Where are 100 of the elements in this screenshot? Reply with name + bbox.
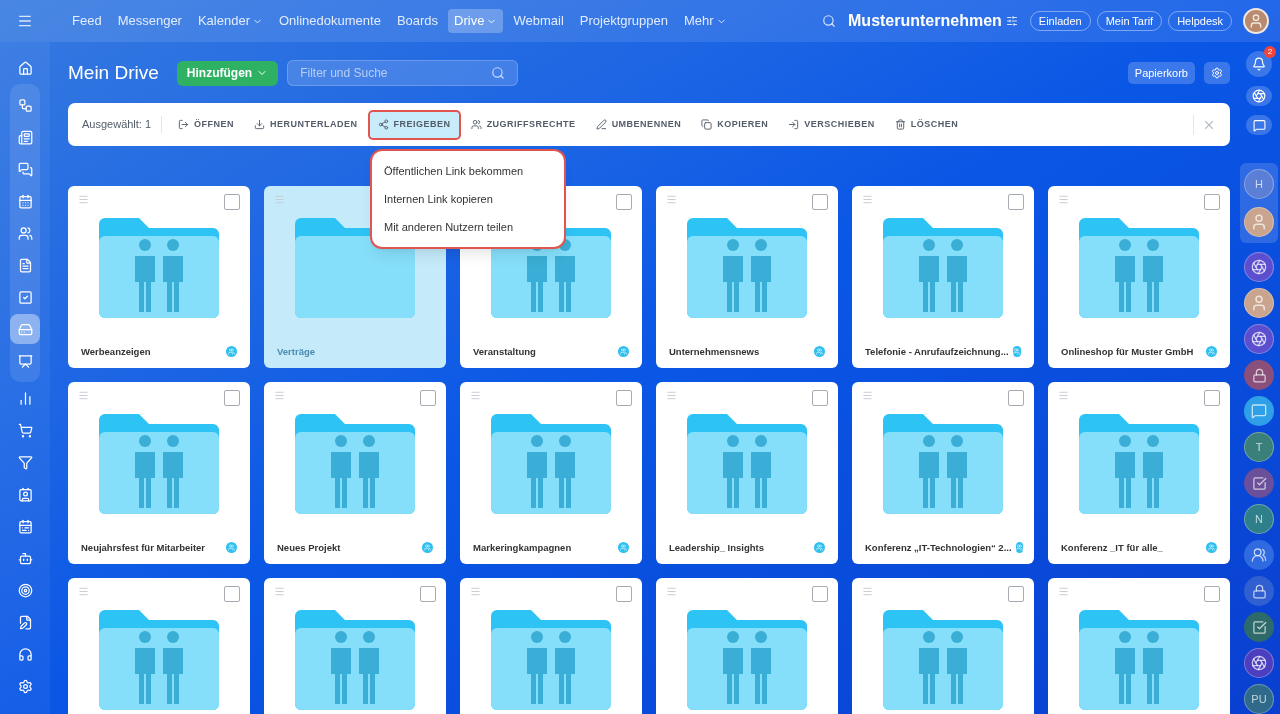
checkbox[interactable] [420,586,436,602]
contact-card-icon [17,486,33,502]
folder-name[interactable]: Neujahrsfest für Mitarbeiter [81,540,222,555]
avatar-initials[interactable]: PU [1244,684,1274,714]
drag-handle-icon[interactable] [666,194,677,205]
drag-handle-icon[interactable] [274,194,285,205]
folder-name[interactable]: Leadership_ Insights [669,540,810,555]
chat-avatar[interactable] [1244,576,1274,606]
folder-name[interactable]: Neues Projekt [277,540,418,555]
chat-icon [1251,403,1267,419]
folder-card[interactable]: Unternehmensnews [656,186,838,368]
folder-card[interactable]: Neujahrsfest für Mitarbeiter [68,382,250,564]
chat-avatar[interactable] [1244,648,1274,678]
chat-avatar[interactable] [1244,396,1274,426]
checkbox[interactable] [616,390,632,406]
checkbox[interactable] [812,390,828,406]
menu-item[interactable]: Öffentlichen Link bekommen [372,157,564,185]
checkbox[interactable] [1008,390,1024,406]
folder-name[interactable]: Konferenz „IT-Technologien“ 2... [865,540,1012,555]
checkbox[interactable] [1008,194,1024,210]
search-field[interactable]: Filter und Suche [300,64,492,82]
spiral-button[interactable] [1246,86,1272,106]
folder-card[interactable] [68,578,250,714]
folder-card[interactable] [656,578,838,714]
chat-avatar[interactable] [1244,468,1274,498]
toolbar-action[interactable]: ÖFFNEN [170,111,243,138]
drag-handle-icon[interactable] [666,390,677,401]
checkbox[interactable] [1204,390,1220,406]
folder-name[interactable]: Konferenz _IT für alle_ [1061,540,1202,555]
drag-handle-icon[interactable] [666,586,677,597]
folder-card[interactable] [852,578,1034,714]
folder-card[interactable] [1048,578,1230,714]
menu-icon[interactable] [17,13,33,29]
drag-handle-icon[interactable] [470,586,481,597]
chat-avatar[interactable] [1244,360,1274,390]
toolbar-action[interactable]: LÖSCHEN [886,111,967,138]
shared-folder-icon [1079,610,1199,710]
checkbox[interactable] [812,586,828,602]
chat-swap-button[interactable] [1246,115,1272,135]
sliders-icon[interactable] [1005,15,1018,27]
folder-card[interactable]: Neues Projekt [264,382,446,564]
search-box[interactable]: Filter und Suche [287,60,519,86]
folder-card[interactable]: Werbeanzeigen [68,186,250,368]
drag-handle-icon[interactable] [862,194,873,205]
drag-handle-icon[interactable] [274,586,285,597]
drag-handle-icon[interactable] [78,194,89,205]
nav-tab[interactable]: Projektgruppen [573,9,674,33]
checkbox[interactable] [224,390,240,406]
checkbox[interactable] [224,194,240,210]
drag-handle-icon[interactable] [470,390,481,401]
avatar[interactable] [1244,207,1274,237]
folder-name[interactable]: Unternehmensnews [669,344,810,359]
toolbar-action[interactable]: FREIGEBEN [369,111,459,138]
notifications-button[interactable] [1246,51,1272,77]
folder-card[interactable]: Leadership_ Insights [656,382,838,564]
folder-name[interactable]: Veranstaltung [473,344,614,359]
user-avatar[interactable] [1243,8,1269,34]
checkbox[interactable] [812,194,828,210]
chat-avatar[interactable] [1244,540,1274,570]
toolbar-action[interactable]: HERUNTERLADEN [246,111,366,138]
checkbox[interactable] [1204,586,1220,602]
settings-button[interactable] [1204,62,1230,84]
nav-tab[interactable]: Mehr [677,9,733,33]
drag-handle-icon[interactable] [862,586,873,597]
drag-handle-icon[interactable] [274,390,285,401]
toolbar-action[interactable]: VERSCHIEBEN [780,111,883,138]
folder-name[interactable]: Telefonie - Anrufaufzeichnung... [865,344,1009,359]
folder-card[interactable]: Onlineshop für Muster GmbH [1048,186,1230,368]
search-icon[interactable] [822,14,837,28]
checkbox[interactable] [224,586,240,602]
folder-name[interactable]: Markeringkampagnen [473,540,614,555]
avatar[interactable] [1244,288,1274,318]
checkbox[interactable] [616,586,632,602]
checkbox[interactable] [1204,194,1220,210]
checkbox[interactable] [1008,586,1024,602]
company-name[interactable]: Musterunternehmen [848,9,1002,33]
drag-handle-icon[interactable] [78,390,89,401]
chat-avatar[interactable] [1244,612,1274,642]
toolbar-action[interactable]: KOPIEREN [693,111,777,138]
checkbox[interactable] [420,390,436,406]
folder-card[interactable]: Markeringkampagnen [460,382,642,564]
folder-card[interactable] [460,578,642,714]
checkbox[interactable] [616,194,632,210]
folder-card[interactable] [264,578,446,714]
toolbar-action[interactable]: ZUGRIFFSRECHTE [462,111,584,138]
drag-handle-icon[interactable] [862,390,873,401]
trash-button[interactable]: Papierkorb [1127,62,1195,84]
toolbar-action[interactable]: UMBENENNEN [587,111,690,138]
folder-name[interactable]: Onlineshop für Muster GmbH [1061,344,1202,359]
drag-handle-icon[interactable] [1058,194,1069,205]
sidebar-item[interactable] [10,314,40,344]
folder-name[interactable]: Werbeanzeigen [81,344,222,359]
chat-avatar[interactable] [1244,252,1274,282]
chat-avatar[interactable] [1244,324,1274,354]
drag-handle-icon[interactable] [1058,390,1069,401]
drag-handle-icon[interactable] [78,586,89,597]
drag-handle-icon[interactable] [1058,586,1069,597]
folder-card[interactable]: Konferenz „IT-Technologien“ 2... [852,382,1034,564]
folder-card[interactable]: Telefonie - Anrufaufzeichnung... [852,186,1034,368]
folder-card[interactable]: Konferenz _IT für alle_ [1048,382,1230,564]
